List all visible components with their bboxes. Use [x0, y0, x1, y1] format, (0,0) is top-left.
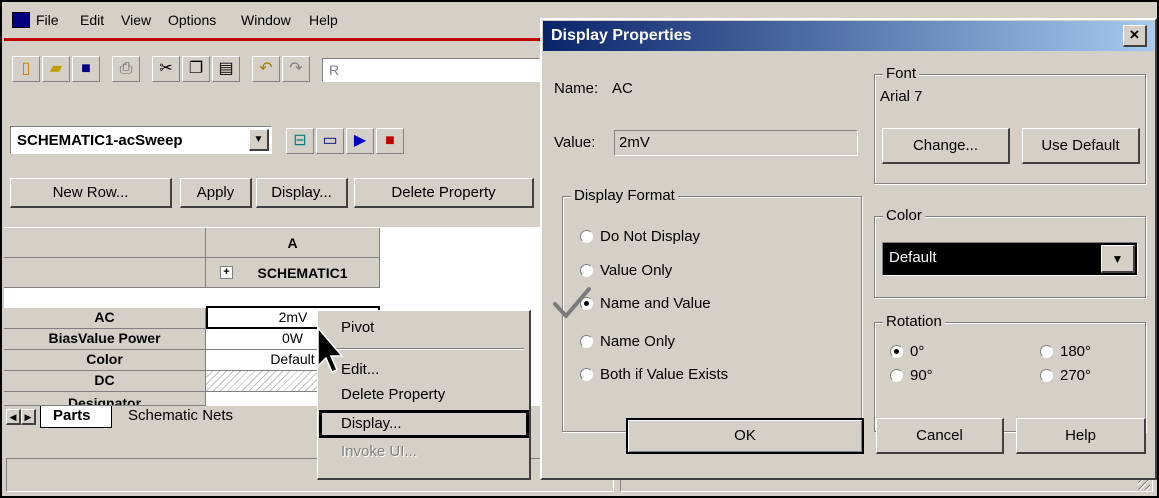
ctx-invoke-ui: Invoke UI...	[341, 443, 417, 460]
run-icon[interactable]: ▶	[346, 128, 374, 154]
column-name-cell[interactable]: + SCHEMATIC1	[206, 258, 380, 288]
name-label: Name:	[554, 80, 599, 97]
sim-settings-icon[interactable]: ▭	[316, 128, 344, 154]
row-label-ac[interactable]: AC	[4, 308, 206, 329]
undo-icon[interactable]: ↶	[252, 56, 280, 82]
expand-icon[interactable]: +	[220, 266, 233, 279]
label-value-only: Value Only	[600, 262, 673, 279]
color-title: Color	[883, 207, 925, 224]
ctx-display[interactable]: Display...	[319, 410, 529, 438]
ctx-pivot[interactable]: Pivot	[319, 316, 527, 340]
tab-scroll-right[interactable]: ▶	[21, 409, 36, 425]
change-font-button[interactable]: Change...	[882, 128, 1010, 164]
redo-icon[interactable]: ↷	[282, 56, 310, 82]
use-default-button[interactable]: Use Default	[1022, 128, 1140, 164]
color-select-value: Default	[889, 249, 937, 266]
ctx-delete-property[interactable]: Delete Property	[319, 383, 527, 407]
menu-help[interactable]: Help	[309, 12, 338, 28]
label-both-if-value: Both if Value Exists	[600, 366, 729, 383]
close-icon[interactable]: ×	[1123, 25, 1147, 47]
label-do-not-display: Do Not Display	[600, 228, 701, 245]
cancel-button[interactable]: Cancel	[876, 418, 1004, 454]
stop-icon[interactable]: ■	[376, 128, 404, 154]
column-header-a[interactable]: A	[206, 228, 380, 258]
row-label-color[interactable]: Color	[4, 350, 206, 371]
chevron-down-icon[interactable]: ▼	[249, 129, 269, 151]
red-divider	[4, 38, 540, 41]
tab-scroll-left[interactable]: ◀	[6, 409, 21, 425]
value-field[interactable]: 2mV	[614, 130, 858, 156]
search-input[interactable]: R	[322, 58, 540, 82]
ctx-edit[interactable]: Edit...	[319, 358, 527, 382]
label-name-and-value: Name and Value	[600, 295, 711, 312]
display-button[interactable]: Display...	[256, 178, 348, 208]
radio-name-only[interactable]	[580, 335, 593, 348]
rotation-title: Rotation	[883, 313, 945, 330]
print-icon[interactable]: ⎙	[112, 56, 140, 82]
corner-cell-2	[4, 258, 206, 288]
radio-do-not-display[interactable]	[580, 230, 593, 243]
ctx-separator	[322, 348, 524, 350]
new-icon[interactable]: ▯	[12, 56, 40, 82]
profile-select[interactable]: SCHEMATIC1-acSweep ▼	[10, 126, 272, 154]
label-name-only: Name Only	[600, 333, 676, 350]
row-label-dc[interactable]: DC	[4, 371, 206, 392]
row-label-designator[interactable]: Designator	[4, 392, 206, 406]
ok-button[interactable]: OK	[626, 418, 864, 454]
menu-view[interactable]: View	[121, 12, 151, 28]
paste-icon[interactable]: ▤	[212, 56, 240, 82]
font-title: Font	[883, 65, 920, 82]
value-label: Value:	[554, 134, 596, 151]
dialog-title: Display Properties	[551, 27, 692, 44]
dialog-title-bar[interactable]: Display Properties ×	[543, 21, 1154, 51]
apply-button[interactable]: Apply	[180, 178, 252, 208]
color-select[interactable]: Default ▼	[882, 242, 1138, 276]
radio-both-if-value[interactable]	[580, 368, 593, 381]
column-name: SCHEMATIC1	[257, 265, 348, 281]
color-dropdown-icon[interactable]: ▼	[1101, 245, 1135, 273]
radio-rotation-90[interactable]	[890, 369, 903, 382]
mouse-cursor-icon	[317, 326, 344, 373]
name-value: AC	[612, 80, 633, 97]
row-label-bias[interactable]: BiasValue Power	[4, 329, 206, 350]
display-format-title: Display Format	[571, 187, 678, 204]
menu-window[interactable]: Window	[241, 12, 291, 28]
label-rotation-90: 90°	[910, 367, 933, 384]
corner-cell	[4, 228, 206, 258]
new-sim-icon[interactable]: ⊟	[286, 128, 314, 154]
radio-rotation-270[interactable]	[1040, 369, 1053, 382]
app-icon[interactable]	[12, 12, 30, 28]
profile-select-value: SCHEMATIC1-acSweep	[17, 132, 183, 149]
save-icon[interactable]: ■	[72, 56, 100, 82]
font-current: Arial 7	[880, 88, 923, 105]
tab-schematic-nets[interactable]: Schematic Nets	[114, 406, 304, 428]
radio-value-only[interactable]	[580, 264, 593, 277]
label-rotation-180: 180°	[1060, 343, 1092, 360]
cut-icon[interactable]: ✂	[152, 56, 180, 82]
new-row-button[interactable]: New Row...	[10, 178, 172, 208]
checkmark-icon	[553, 287, 591, 318]
menu-edit[interactable]: Edit	[80, 12, 104, 28]
menu-file[interactable]: File	[36, 12, 59, 28]
menu-options[interactable]: Options	[168, 12, 216, 28]
open-icon[interactable]: ▰	[42, 56, 70, 82]
label-rotation-0: 0°	[910, 343, 925, 360]
copy-icon[interactable]: ❐	[182, 56, 210, 82]
radio-rotation-180[interactable]	[1040, 345, 1053, 358]
delete-property-button[interactable]: Delete Property	[354, 178, 534, 208]
label-rotation-270: 270°	[1060, 367, 1092, 384]
radio-rotation-0[interactable]	[890, 345, 903, 358]
help-button[interactable]: Help	[1016, 418, 1146, 454]
tab-parts[interactable]: Parts	[40, 406, 112, 428]
